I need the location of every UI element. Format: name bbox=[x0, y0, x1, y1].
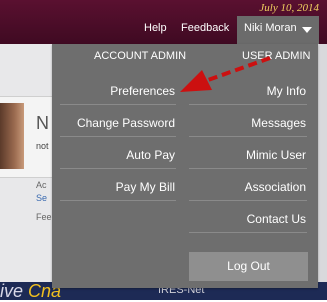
avatar bbox=[0, 103, 24, 169]
menu-item-contact-us[interactable]: Contact Us bbox=[247, 212, 306, 226]
divider bbox=[189, 104, 307, 105]
menu-item-preferences[interactable]: Preferences bbox=[110, 84, 175, 98]
menu-item-auto-pay[interactable]: Auto Pay bbox=[126, 148, 175, 162]
profile-name-fragment: N bbox=[36, 113, 49, 133]
menu-item-association[interactable]: Association bbox=[245, 180, 306, 194]
profile-text-fragment: Fee bbox=[36, 212, 52, 222]
user-menu-button[interactable]: Niki Moran bbox=[237, 16, 319, 44]
menu-item-my-info[interactable]: My Info bbox=[267, 84, 306, 98]
menu-item-change-password[interactable]: Change Password bbox=[77, 116, 175, 130]
divider bbox=[60, 168, 176, 169]
divider bbox=[189, 168, 307, 169]
menu-item-pay-my-bill[interactable]: Pay My Bill bbox=[116, 180, 175, 194]
profile-link-fragment[interactable]: Se bbox=[36, 193, 47, 203]
caret-down-icon bbox=[302, 27, 312, 33]
log-out-button[interactable]: Log Out bbox=[189, 252, 308, 281]
profile-text-fragment: Ac bbox=[36, 180, 47, 190]
brand-text: ive bbox=[0, 281, 29, 301]
menu-item-mimic-user[interactable]: Mimic User bbox=[246, 148, 306, 162]
divider bbox=[60, 104, 176, 105]
divider bbox=[60, 136, 176, 137]
current-date: July 10, 2014 bbox=[259, 2, 319, 14]
user-admin-heading: USER ADMIN bbox=[242, 50, 311, 62]
feedback-link[interactable]: Feedback bbox=[181, 22, 229, 34]
divider bbox=[189, 200, 307, 201]
top-header: July 10, 2014 Help Feedback Niki Moran bbox=[0, 0, 327, 44]
help-link[interactable]: Help bbox=[144, 22, 167, 34]
divider bbox=[189, 232, 307, 233]
divider bbox=[60, 200, 176, 201]
divider bbox=[189, 136, 307, 137]
menu-item-messages[interactable]: Messages bbox=[251, 116, 306, 130]
user-name: Niki Moran bbox=[244, 22, 297, 34]
profile-text-fragment: not bbox=[36, 141, 49, 151]
user-dropdown-menu: ACCOUNT ADMIN USER ADMIN Preferences Cha… bbox=[52, 44, 318, 288]
background-panel-right bbox=[318, 44, 327, 300]
account-admin-heading: ACCOUNT ADMIN bbox=[94, 50, 187, 62]
